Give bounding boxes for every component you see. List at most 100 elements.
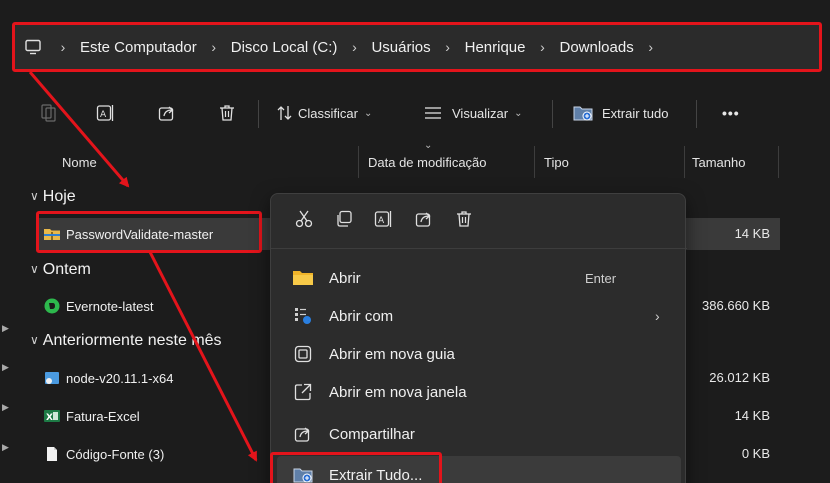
nav-expand-icon[interactable]: ▶	[2, 362, 9, 373]
column-header-size-label: Tamanho	[692, 154, 746, 170]
share-icon	[293, 424, 313, 444]
sort-indicator-icon: ⌄	[424, 140, 433, 151]
breadcrumb-downloads[interactable]: Downloads	[560, 39, 634, 56]
breadcrumb-henrique[interactable]: Henrique	[465, 39, 526, 56]
file-size: 14 KB	[734, 408, 770, 423]
table-row[interactable]: Código-Fonte (3)	[44, 440, 164, 468]
menu-item-open[interactable]: Abrir Enter	[271, 259, 687, 297]
file-size: 386.660 KB	[702, 298, 770, 313]
rename-icon[interactable]: A	[94, 88, 118, 138]
column-divider[interactable]	[358, 146, 359, 178]
share-icon[interactable]	[413, 208, 435, 230]
chevron-down-icon: ∨	[30, 189, 39, 203]
document-icon	[44, 446, 60, 462]
sort-button[interactable]: Classificar ⌄	[298, 88, 372, 138]
breadcrumb-este-computador[interactable]: Este Computador	[80, 39, 197, 56]
column-divider[interactable]	[684, 146, 685, 178]
share-icon[interactable]	[156, 88, 178, 138]
title-strip	[0, 0, 830, 14]
context-menu: A Abrir Enter Abrir com › Abrir em nova …	[270, 193, 687, 483]
chevron-right-icon[interactable]: ›	[56, 39, 70, 55]
cut-icon[interactable]	[38, 88, 60, 138]
toolbar-divider	[552, 100, 553, 128]
extract-all-button[interactable]: Extrair tudo	[602, 88, 668, 138]
open-with-icon	[293, 306, 313, 326]
svg-text:X: X	[46, 413, 53, 423]
table-row[interactable]: node-v20.11.1-x64	[44, 364, 173, 392]
file-explorer-window: › Este Computador › Disco Local (C:) › U…	[0, 0, 830, 483]
breadcrumb-usuarios[interactable]: Usuários	[371, 39, 430, 56]
file-name: Fatura-Excel	[66, 408, 140, 424]
menu-item-open-new-tab-label: Abrir em nova guia	[329, 345, 455, 363]
group-today-label: Hoje	[42, 188, 76, 205]
table-row[interactable]: X Fatura-Excel	[44, 402, 140, 430]
extract-icon	[293, 465, 313, 483]
address-bar[interactable]: › Este Computador › Disco Local (C:) › U…	[14, 24, 822, 70]
zip-folder-icon	[44, 226, 60, 242]
toolbar-divider	[258, 100, 259, 128]
chevron-down-icon: ⌄	[514, 107, 523, 119]
table-row[interactable]: Evernote-latest	[44, 292, 153, 320]
menu-item-share[interactable]: Compartilhar	[271, 415, 687, 453]
file-size: 26.012 KB	[709, 370, 770, 385]
nav-expand-icon[interactable]: ▶	[2, 442, 9, 453]
menu-item-open-with-label: Abrir com	[329, 307, 394, 325]
column-header-type-label: Tipo	[544, 154, 569, 170]
view-button[interactable]: Visualizar ⌄	[452, 88, 523, 138]
column-header-name[interactable]: Nome	[62, 148, 97, 176]
menu-item-open-label: Abrir	[329, 269, 361, 287]
chevron-down-icon: ⌄	[363, 107, 373, 119]
chevron-right-icon: ›	[655, 308, 660, 324]
file-size: 0 KB	[741, 446, 770, 461]
sort-icon[interactable]	[276, 88, 294, 138]
chevron-right-icon[interactable]: ›	[207, 39, 221, 55]
more-options-button[interactable]: •••	[722, 88, 740, 138]
column-header-size[interactable]: Tamanho	[692, 148, 745, 176]
table-row[interactable]: PasswordValidate-master	[44, 220, 213, 248]
file-name: Evernote-latest	[66, 298, 154, 314]
new-tab-icon	[293, 344, 313, 364]
group-header-yesterday[interactable]: ∨ Ontem	[30, 261, 91, 279]
installer-icon	[44, 370, 60, 386]
chevron-right-icon[interactable]: ›	[347, 39, 361, 55]
menu-item-extract-all[interactable]: Extrair Tudo...	[277, 456, 681, 483]
column-header-modified-label: Data de modificação	[368, 154, 487, 170]
copy-icon[interactable]	[333, 208, 355, 230]
column-header-type[interactable]: Tipo	[544, 148, 569, 176]
delete-icon[interactable]	[216, 88, 238, 138]
svg-text:A: A	[378, 216, 385, 226]
column-header-modified[interactable]: Data de modificação	[368, 148, 487, 176]
extract-icon[interactable]	[572, 88, 594, 138]
group-header-earlier-month[interactable]: ∨ Anteriormente neste mês	[30, 332, 222, 350]
file-name: Código-Fonte (3)	[66, 446, 165, 462]
rename-icon[interactable]: A	[373, 208, 395, 230]
more-icon: •••	[722, 105, 740, 121]
group-header-today[interactable]: ∨ Hoje	[30, 188, 76, 206]
breadcrumb-disco-local[interactable]: Disco Local (C:)	[231, 39, 338, 56]
file-name: node-v20.11.1-x64	[66, 370, 174, 386]
delete-icon[interactable]	[453, 208, 475, 230]
view-label: Visualizar	[452, 105, 509, 121]
chevron-down-icon: ∨	[30, 262, 39, 276]
chevron-right-icon[interactable]: ›	[441, 39, 455, 55]
nav-expand-icon[interactable]: ▶	[2, 323, 9, 334]
menu-item-open-with[interactable]: Abrir com ›	[271, 297, 687, 335]
view-icon[interactable]	[424, 88, 442, 138]
group-earlier-month-label: Anteriormente neste mês	[42, 332, 222, 349]
menu-divider	[271, 248, 687, 249]
excel-icon: X	[44, 408, 60, 424]
column-divider[interactable]	[534, 146, 535, 178]
computer-icon[interactable]	[24, 38, 44, 56]
toolbar-divider	[696, 100, 697, 128]
group-yesterday-label: Ontem	[42, 261, 91, 278]
chevron-right-icon[interactable]: ›	[536, 39, 550, 55]
cut-icon[interactable]	[293, 208, 315, 230]
arrow-to-extract	[148, 251, 258, 462]
menu-item-open-new-tab[interactable]: Abrir em nova guia	[271, 335, 687, 373]
menu-item-open-new-window[interactable]: Abrir em nova janela	[271, 373, 687, 411]
chevron-right-icon[interactable]: ›	[644, 39, 658, 55]
nav-expand-icon[interactable]: ▶	[2, 402, 9, 413]
evernote-icon	[44, 298, 60, 314]
chevron-down-icon: ∨	[30, 333, 39, 347]
column-divider[interactable]	[778, 146, 779, 178]
